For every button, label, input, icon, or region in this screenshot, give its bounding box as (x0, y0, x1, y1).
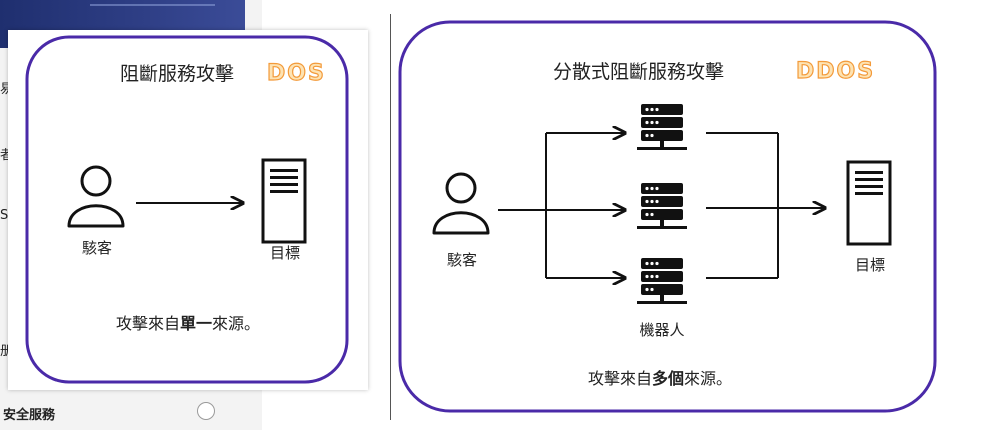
dos-attacker-label: 駭客 (82, 239, 112, 257)
ddos-title: 分散式阻斷服務攻擊 (553, 61, 724, 83)
dos-caption: 攻擊來自單一來源。 (116, 314, 260, 333)
ddos-badge: DDOS (796, 59, 875, 84)
target-server-icon (261, 158, 307, 244)
bots-label: 機器人 (639, 321, 684, 339)
dos-target-label: 目標 (270, 244, 300, 262)
ddos-caption: 攻擊來自多個來源。 (588, 369, 732, 388)
dos-ddos-diagram: 阻斷服務攻擊 DOS 駭客 目標 攻擊來自單一來源。 分散式阻斷服務攻擊 DDO… (25, 20, 937, 413)
ddos-attacker-label: 駭客 (447, 251, 477, 269)
dos-title: 阻斷服務攻擊 (120, 63, 234, 85)
dos-badge: DOS (267, 61, 326, 86)
ddos-target-label: 目標 (855, 256, 885, 274)
target-server-icon (846, 160, 892, 246)
